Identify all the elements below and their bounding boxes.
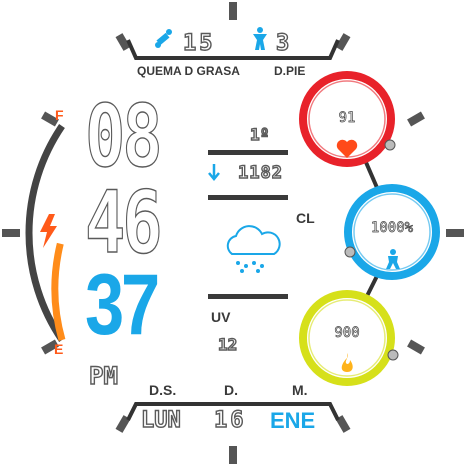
pressure-down-arrow-icon [208,164,220,181]
steps-value[interactable]: 3 [275,30,290,56]
ampm-indicator: PM [88,362,118,390]
steps-goal-value: 1000% [370,220,414,237]
minute-digits: 46 [84,173,163,273]
watch-face: F E 15 3 QUEMA D GRASA D.PIE 08 46 37 PM… [0,0,466,466]
figure-icon [253,27,267,50]
second-digits: 37 [85,257,160,353]
divider-bar-3 [208,294,288,299]
fat-burn-label: QUEMA D GRASA [137,64,240,78]
heart-ring-knob [384,139,396,151]
weather-condition-code: CL [296,210,315,226]
battery-bottom-marker: E [54,341,63,357]
tick-6 [229,446,237,464]
lightning-icon [40,214,57,248]
battery-arc-fill [51,242,66,341]
uv-value[interactable]: 12 [217,334,238,354]
battery-top-marker: F [55,107,64,123]
tick-2 [407,111,425,127]
pressure-value[interactable]: 1182 [237,162,283,183]
hour-digits: 08 [84,87,163,187]
ring-connector-1 [363,159,380,191]
uv-label: UV [211,309,231,325]
divider-bar-1 [208,150,288,155]
tick-12 [229,2,237,20]
cloud-rain-icon [226,225,281,273]
tick-3 [446,229,464,237]
month-value[interactable]: ENE [270,408,315,434]
day-value[interactable]: 16 [213,407,247,433]
distance-label: D.PIE [274,64,306,78]
calories-burned-value[interactable]: 15 [182,30,216,56]
calories-value: 900 [334,325,360,342]
weekday-label: D.S. [149,382,177,398]
heart-rate-value: 91 [338,110,356,127]
day-label: D. [224,382,238,398]
calories-ring-knob [387,349,399,361]
temperature-value[interactable]: 1º [249,124,270,144]
month-label: M. [292,382,308,398]
tick-9 [2,229,20,237]
weekday-value[interactable]: LUN [140,407,181,433]
divider-bar-2 [208,195,288,200]
flame-dumbbell-icon [155,29,172,48]
tick-4 [407,339,425,355]
steps-ring-knob [344,246,356,258]
